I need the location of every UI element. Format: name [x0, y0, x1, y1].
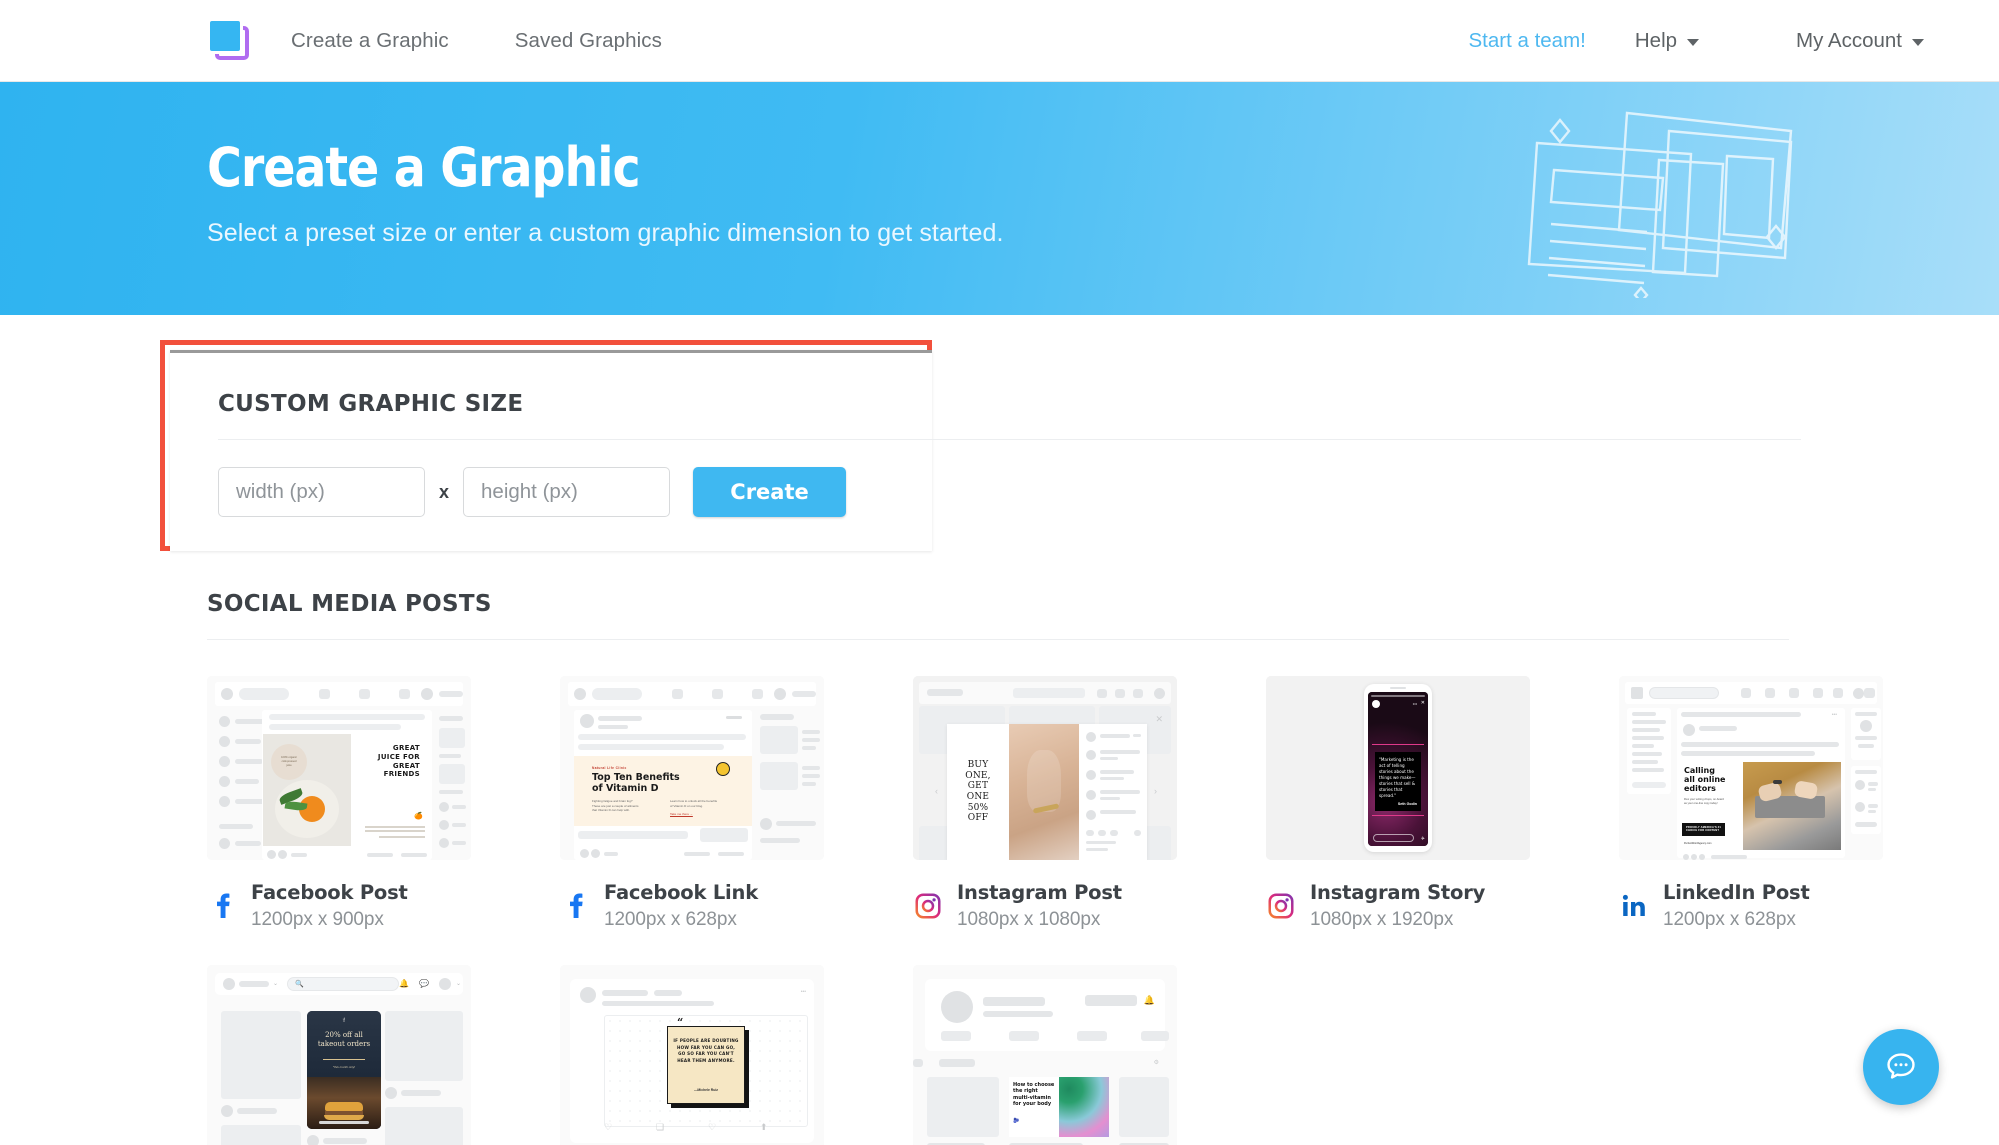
- start-a-team-link[interactable]: Start a team!: [1469, 29, 1586, 53]
- preset-size: 1080px x 1080px: [957, 909, 1101, 930]
- height-input[interactable]: [463, 467, 671, 517]
- preset-card-facebook-post[interactable]: 100% organic cold-pressed juice GREAT JUICE…: [207, 676, 514, 931]
- main-content: CUSTOM GRAPHIC SIZE x Create SOCIAL MEDI…: [0, 315, 1999, 1145]
- thumbnail-blog-post[interactable]: 🔔 ⚙ How to choose the right multi-vitamin: [913, 965, 1177, 1145]
- preset-card-instagram-post[interactable]: BUY ONE, GET ONE 50% OFF ✕ ‹ › Instagram…: [913, 676, 1220, 931]
- create-button[interactable]: Create: [693, 467, 847, 517]
- thumbnail-pinterest-pin[interactable]: ⌄ 🔍 🔔 💬 ⌄ 🍴 20% off all takeout orders *…: [207, 965, 471, 1145]
- nav-saved-graphics[interactable]: Saved Graphics: [515, 29, 662, 53]
- preset-card-blog-post[interactable]: 🔔 ⚙ How to choose the right multi-vitamin: [913, 965, 1220, 1145]
- preset-name: Instagram Story: [1310, 881, 1486, 904]
- page-banner: Create a Graphic Select a preset size or…: [0, 82, 1999, 315]
- help-chat-button[interactable]: [1863, 1029, 1939, 1105]
- chevron-down-icon: [1687, 38, 1700, 46]
- preset-card-instagram-story[interactable]: ••• ✕ "Marketing is the act of telling s…: [1266, 676, 1573, 931]
- preset-size: 1080px x 1920px: [1310, 909, 1454, 930]
- preset-card-facebook-link[interactable]: Natural Life Clinic Top Ten Benefits of V…: [560, 676, 867, 931]
- preset-size: 1200px x 628px: [604, 909, 737, 930]
- thumbnail-quote-post[interactable]: ••• “ IF PEOPLE ARE DOUBTING HOW FAR YOU…: [560, 965, 824, 1145]
- preset-name: LinkedIn Post: [1663, 881, 1810, 904]
- help-menu-label: Help: [1634, 28, 1678, 52]
- secondary-nav: Start a team! Help My Account: [1469, 29, 1960, 53]
- preset-name: Facebook Post: [251, 881, 408, 904]
- dimension-separator: x: [439, 481, 450, 502]
- facebook-icon: [207, 891, 237, 921]
- my-account-label: My Account: [1796, 28, 1902, 52]
- nav-create-a-graphic[interactable]: Create a Graphic: [291, 29, 449, 53]
- custom-graphic-size-card: CUSTOM GRAPHIC SIZE x Create: [170, 350, 1801, 551]
- preset-grid-row-1: 100% organic cold-pressed juice GREAT JUICE…: [207, 676, 1883, 931]
- linkedin-icon: [1619, 891, 1649, 921]
- preset-size: 1200px x 628px: [1663, 909, 1796, 930]
- custom-size-title: CUSTOM GRAPHIC SIZE: [218, 391, 524, 417]
- thumbnail-facebook-post[interactable]: 100% organic cold-pressed juice GREAT JUICE…: [207, 676, 471, 860]
- section-divider: [207, 639, 1789, 640]
- facebook-icon: [560, 891, 590, 921]
- primary-nav: Create a Graphic Saved Graphics: [291, 29, 662, 53]
- thumbnail-linkedin-post[interactable]: ••• Calling all online editors Flex your w…: [1619, 676, 1883, 860]
- thumbnail-instagram-story[interactable]: ••• ✕ "Marketing is the act of telling s…: [1266, 676, 1530, 860]
- stencil-logo[interactable]: [207, 17, 253, 64]
- thumbnail-instagram-post[interactable]: BUY ONE, GET ONE 50% OFF ✕ ‹ ›: [913, 676, 1177, 860]
- instagram-icon: [1266, 891, 1296, 921]
- preset-card-pinterest-pin[interactable]: ⌄ 🔍 🔔 💬 ⌄ 🍴 20% off all takeout orders *…: [207, 965, 514, 1145]
- top-header: Create a Graphic Saved Graphics Start a …: [0, 0, 1999, 82]
- help-menu[interactable]: Help: [1634, 28, 1700, 53]
- preset-grid-row-2: ⌄ 🔍 🔔 💬 ⌄ 🍴 20% off all takeout orders *…: [207, 965, 1789, 1145]
- instagram-icon: [913, 891, 943, 921]
- preset-card-linkedin-post[interactable]: ••• Calling all online editors Flex your w…: [1619, 676, 1926, 931]
- chat-bubble-icon: [1887, 1053, 1915, 1079]
- thumbnail-facebook-link[interactable]: Natural Life Clinic Top Ten Benefits of V…: [560, 676, 824, 860]
- section-title: SOCIAL MEDIA POSTS: [207, 591, 492, 617]
- preset-name: Facebook Link: [604, 881, 758, 904]
- preset-name: Instagram Post: [957, 881, 1122, 904]
- social-media-posts-section: SOCIAL MEDIA POSTS 100% organic cold-pre…: [207, 591, 1883, 1145]
- preset-card-quote-post[interactable]: ••• “ IF PEOPLE ARE DOUBTING HOW FAR YOU…: [560, 965, 867, 1145]
- custom-graphic-size-highlight: CUSTOM GRAPHIC SIZE x Create: [160, 340, 1801, 551]
- documents-illustration: [1527, 111, 1793, 298]
- logo-front-square: [207, 17, 243, 54]
- chevron-down-icon: [1912, 38, 1924, 46]
- width-input[interactable]: [218, 467, 425, 517]
- my-account-menu[interactable]: My Account: [1796, 29, 1924, 53]
- preset-size: 1200px x 900px: [251, 909, 384, 930]
